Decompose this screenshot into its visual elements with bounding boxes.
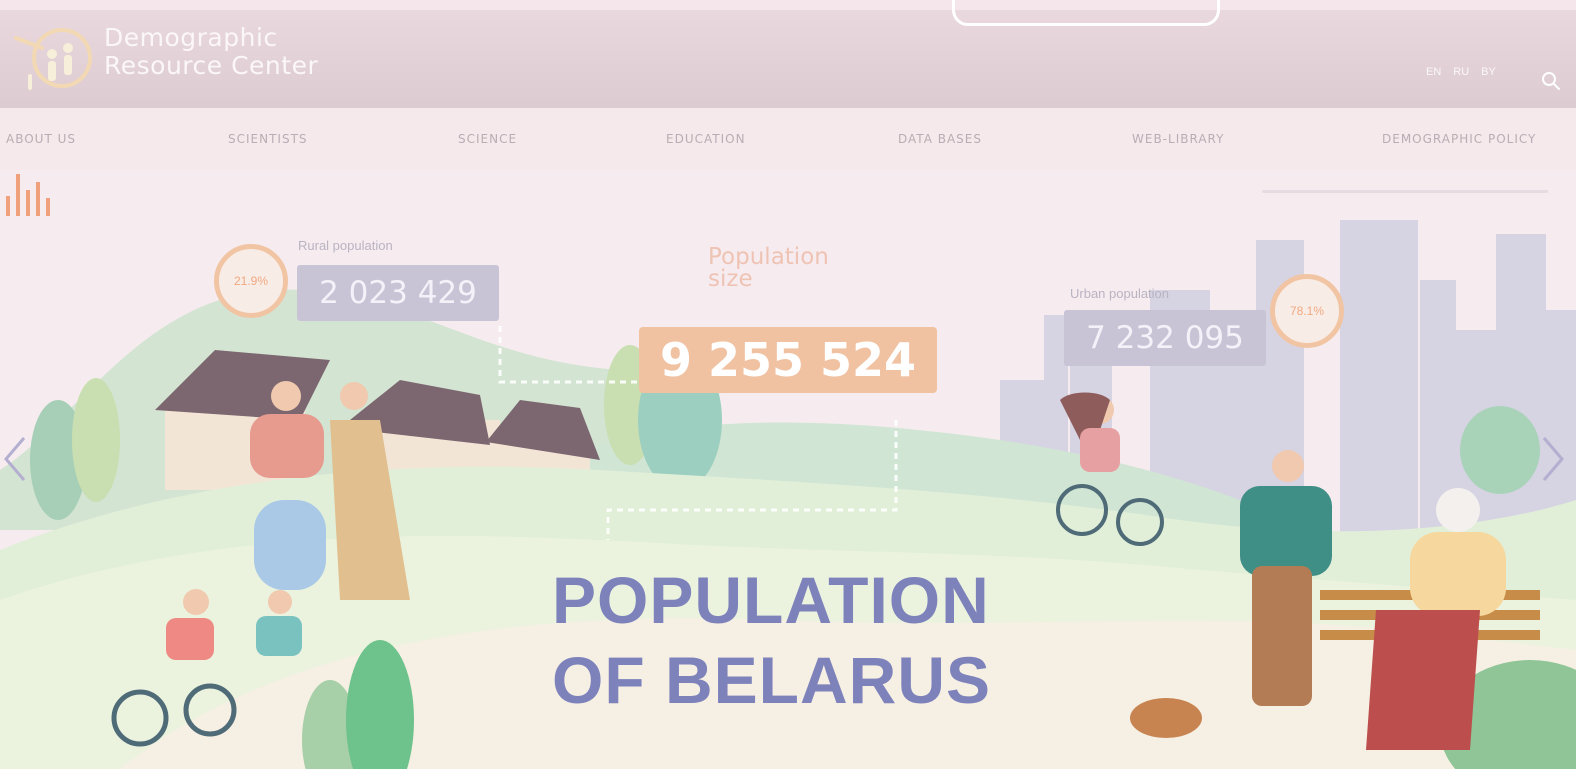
page-headline: POPULATION OF BELARUS <box>552 560 991 720</box>
chevron-left-icon[interactable] <box>2 434 28 484</box>
breadcrumb-line <box>1262 190 1548 193</box>
nav-item-demographic-policy[interactable]: DEMOGRAPHIC POLICY <box>1382 132 1536 146</box>
top-outline-frame <box>952 0 1220 26</box>
urban-population-label: Urban population <box>1070 286 1170 301</box>
total-population-value: 9 255 524 <box>639 327 937 393</box>
language-ru[interactable]: RU <box>1453 66 1469 78</box>
nav-item-about-us[interactable]: ABOUT US <box>6 132 76 146</box>
site-header: Demographic Resource Center EN RU BY <box>0 10 1576 108</box>
top-strip <box>0 0 1576 10</box>
rural-percent-badge: 21.9% <box>214 244 288 318</box>
logo-text-line2: Resource Center <box>104 51 319 80</box>
site-logo-text[interactable]: Demographic Resource Center <box>104 24 318 80</box>
language-en[interactable]: EN <box>1426 66 1441 78</box>
nav-item-data-bases[interactable]: DATA BASES <box>898 132 982 146</box>
headline-line1: POPULATION <box>552 563 990 637</box>
logo-text-line1: Demographic <box>104 23 278 52</box>
urban-percent-badge: 78.1% <box>1270 274 1344 348</box>
search-icon[interactable] <box>1540 70 1562 92</box>
nav-item-education[interactable]: EDUCATION <box>666 132 746 146</box>
chevron-right-icon[interactable] <box>1540 434 1566 484</box>
rural-population-value: 2 023 429 <box>297 265 499 321</box>
nav-item-science[interactable]: SCIENCE <box>458 132 517 146</box>
rural-population-label: Rural population <box>298 238 393 253</box>
language-switcher: EN RU BY <box>1426 66 1496 78</box>
bar-chart-icon <box>6 174 50 216</box>
nav-item-web-library[interactable]: WEB-LIBRARY <box>1132 132 1224 146</box>
nav-item-scientists[interactable]: SCIENTISTS <box>228 132 308 146</box>
language-by[interactable]: BY <box>1481 66 1496 78</box>
main-nav: ABOUT US SCIENTISTS SCIENCE EDUCATION DA… <box>0 108 1576 170</box>
population-size-title-line2: size <box>708 266 753 292</box>
urban-population-value: 7 232 095 <box>1064 310 1266 366</box>
hero-banner: 21.9% Rural population 2 023 429 Populat… <box>0 170 1576 769</box>
headline-line2: OF BELARUS <box>552 643 991 717</box>
population-size-title: Population size <box>708 246 829 292</box>
logo-icon[interactable] <box>6 24 98 96</box>
